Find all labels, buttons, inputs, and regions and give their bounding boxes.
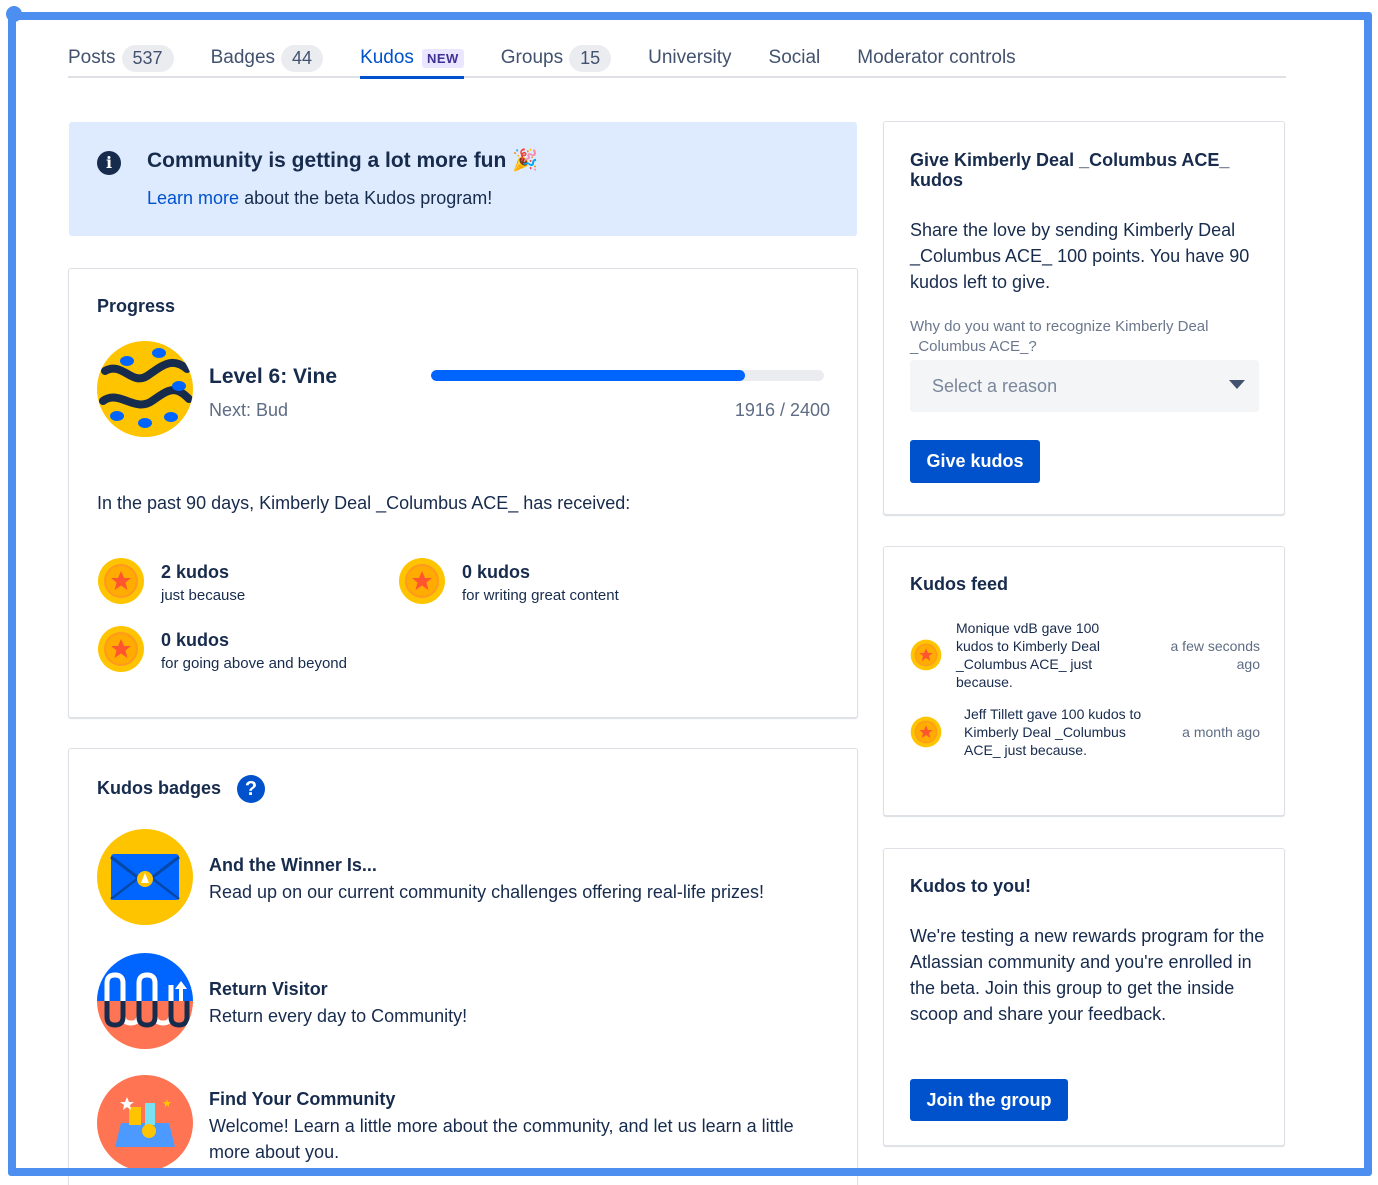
badge-name: And the Winner Is... [209,855,377,875]
feed-item: Monique vdB gave 100 kudos to Kimberly D… [910,619,1260,691]
envelope-badge-icon [97,829,193,925]
tab-label: University [648,47,732,68]
kudos-reason: for writing great content [462,587,619,604]
feed-time: a few seconds ago [1170,638,1261,672]
new-badge: NEW [421,48,464,68]
banner-description: Learn more about the beta Kudos program! [147,188,492,209]
badge-item: Find Your Community Welcome! Learn a lit… [97,1075,809,1171]
reason-select[interactable]: Select a reason [910,360,1259,412]
kudos-to-you-card: Kudos to you! We're testing a new reward… [883,848,1285,1146]
give-kudos-card: Give Kimberly Deal _Columbus ACE_ kudos … [883,121,1285,515]
tab-count: 44 [281,44,324,72]
give-kudos-button[interactable]: Give kudos [910,440,1040,483]
join-group-button[interactable]: Join the group [910,1079,1068,1121]
learn-more-link[interactable]: Learn more [147,188,239,208]
badge-name: Find Your Community [209,1089,396,1109]
kudos-stat: 0 kudos for going above and beyond [97,625,347,673]
vine-level-icon [97,341,193,437]
tab-kudos[interactable]: Kudos NEW [360,40,464,79]
kudos-count: 0 kudos [161,630,230,650]
star-coin-icon [910,639,942,671]
kudos-to-you-title: Kudos to you! [910,876,1031,896]
info-banner: i Community is getting a lot more fun 🎉 … [69,122,857,236]
kudos-reason: for going above and beyond [161,655,347,672]
feed-item: Jeff Tillett gave 100 kudos to Kimberly … [910,705,1260,759]
banner-desc-text: about the beta Kudos program! [239,188,493,208]
party-popper-icon: 🎉 [512,149,539,172]
progress-title: Progress [97,296,176,316]
reason-label: Why do you want to recognize Kimberly De… [910,318,1209,355]
tab-count: 537 [121,44,174,72]
tab-label: Groups [500,47,564,68]
info-icon: i [97,151,121,175]
tab-university[interactable]: University [648,40,731,76]
star-coin-icon [98,558,144,604]
feed-title: Kudos feed [910,574,1009,594]
kudos-to-you-text: We're testing a new rewards program for … [910,926,1265,1024]
past-90-days-text: In the past 90 days, Kimberly Deal _Colu… [97,493,631,513]
feed-text: Monique vdB gave 100 kudos to Kimberly D… [956,620,1100,690]
tab-groups[interactable]: Groups 15 [500,40,612,76]
progress-card: Progress Level 6: Vine Next: Bud 1916 / … [68,268,858,718]
profile-tabs: Posts 537 Badges 44 Kudos NEW Groups 15 … [68,40,1286,79]
tab-label: Badges [210,47,276,68]
kudos-reason: just because [161,587,246,604]
badge-item: And the Winner Is... Read up on our curr… [97,829,809,925]
level-next: Next: Bud [209,400,289,420]
badge-description: Welcome! Learn a little more about the c… [209,1116,794,1162]
banner-title-text: Community is getting a lot more fun [147,149,507,172]
badges-title: Kudos badges [97,778,222,798]
resize-handle[interactable] [6,6,22,22]
kudos-count: 2 kudos [161,562,230,582]
badge-item: Return Visitor Return every day to Commu… [97,953,809,1049]
star-coin-icon [910,716,942,748]
badge-name: Return Visitor [209,979,328,999]
star-coin-icon [98,626,144,672]
return-visitor-badge-icon [97,953,193,1049]
chevron-down-icon [1229,380,1245,389]
tab-moderator-controls[interactable]: Moderator controls [857,40,1015,76]
tab-label: Posts [68,47,116,68]
level-name: Level 6: Vine [209,365,338,388]
progress-bar [431,370,824,381]
tab-social[interactable]: Social [769,40,821,76]
kudos-count: 0 kudos [462,562,531,582]
feed-time: a month ago [1182,724,1260,740]
kudos-badges-card: Kudos badges ? And the Winner Is... Read… [68,748,858,1185]
kudos-feed-card: Kudos feed Monique vdB gave 100 kudos to… [883,546,1285,816]
tab-label: Moderator controls [857,47,1016,68]
feed-text: Jeff Tillett gave 100 kudos to Kimberly … [964,706,1142,758]
star-coin-icon [399,558,445,604]
select-placeholder: Select a reason [932,376,1058,396]
kudos-stat: 2 kudos just because [97,557,245,605]
tab-badges[interactable]: Badges 44 [210,40,324,76]
banner-title: Community is getting a lot more fun 🎉 [147,149,538,173]
progress-bar-fill [431,370,745,381]
badge-description: Return every day to Community! [209,1006,468,1026]
progress-points: 1916 / 2400 [734,400,830,420]
give-kudos-title: Give Kimberly Deal _Columbus ACE_ kudos [910,150,1230,190]
badge-description: Read up on our current community challen… [209,882,764,902]
tab-label: Social [768,47,821,68]
help-icon[interactable]: ? [237,775,265,803]
tab-count: 15 [569,44,612,72]
find-community-badge-icon [97,1075,193,1171]
tab-label: Kudos [360,47,414,68]
tab-posts[interactable]: Posts 537 [68,40,174,76]
share-text: Share the love by sending Kimberly Deal … [910,220,1250,292]
kudos-stat: 0 kudos for writing great content [398,557,619,605]
